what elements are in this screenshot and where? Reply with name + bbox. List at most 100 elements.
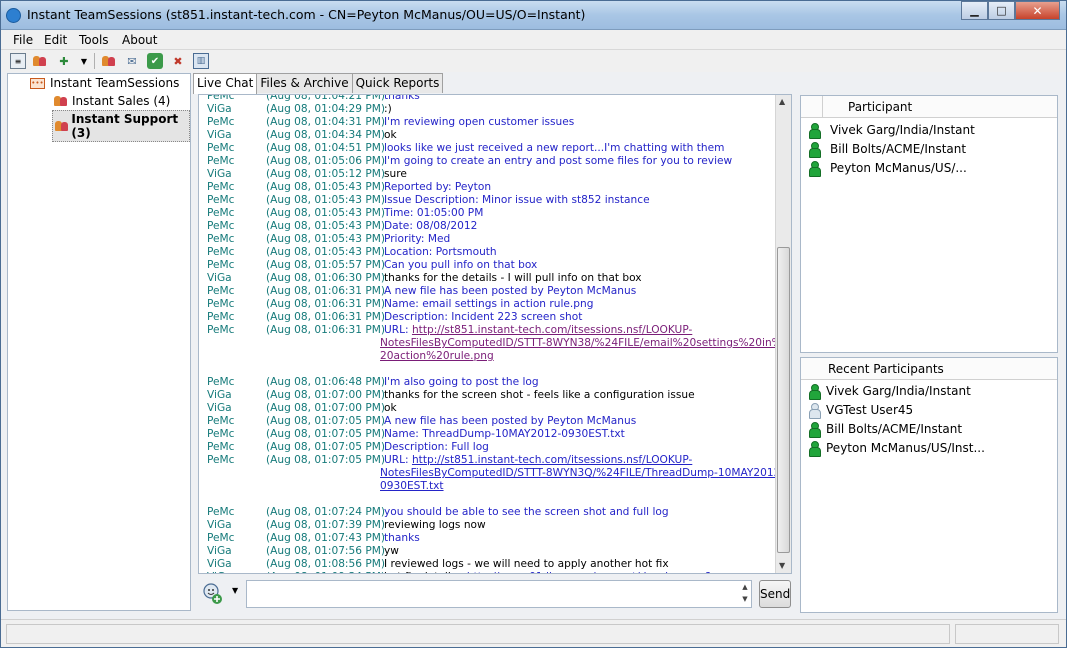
message-timestamp: (Aug 08, 01:04:31 PM) bbox=[266, 116, 386, 128]
tree-item-instant-support[interactable]: Instant Support (3) bbox=[52, 110, 190, 142]
recent-participant-row[interactable]: VGTest User45 bbox=[809, 403, 913, 419]
chat-message: ViGa (Aug 08, 01:06:30 PM) thanks for the … bbox=[199, 272, 775, 285]
participant-row[interactable]: Vivek Garg/India/Instant bbox=[809, 123, 975, 139]
recent-participant-row[interactable]: Vivek Garg/India/Instant bbox=[809, 384, 971, 400]
layout-panel-icon[interactable]: ▥ bbox=[193, 53, 209, 69]
group-icon bbox=[54, 95, 68, 107]
add-user-icon[interactable] bbox=[32, 53, 48, 69]
participant-name: Peyton McManus/US/... bbox=[830, 161, 967, 175]
emoticon-icon[interactable] bbox=[202, 583, 224, 605]
message-link[interactable]: http://st851.instant-tech.com/itsessions… bbox=[412, 454, 692, 466]
chat-transcript[interactable]: PeMc (Aug 08, 01:04:21 PM) thanks ViGa (Aug … bbox=[198, 94, 792, 574]
message-link[interactable]: NotesFilesByComputedID/STTT-8WYN3Q/%24FI… bbox=[380, 467, 784, 479]
message-text: you should be able to see the screen sho… bbox=[384, 506, 669, 519]
participant-name: Peyton McManus/US/Inst... bbox=[826, 441, 985, 455]
chat-log: PeMc (Aug 08, 01:04:21 PM) thanks ViGa (Aug … bbox=[199, 94, 784, 573]
tree-item-label: Instant Sales (4) bbox=[72, 94, 171, 108]
maximize-button[interactable]: □ bbox=[988, 1, 1015, 20]
menu-about[interactable]: About bbox=[122, 33, 157, 47]
chat-message: PeMc (Aug 08, 01:05:43 PM) Reported by: Pe… bbox=[199, 181, 775, 194]
message-timestamp: (Aug 08, 01:05:43 PM) bbox=[266, 194, 386, 206]
send-message-icon[interactable]: ✉ bbox=[124, 53, 140, 69]
chevron-down-icon[interactable]: ▼ bbox=[76, 53, 92, 69]
message-link[interactable]: http://st851.instant-tech.com/itsessions… bbox=[412, 324, 692, 336]
participant-row[interactable]: Bill Bolts/ACME/Instant bbox=[809, 142, 967, 158]
chat-message-continuation: 0930EST.txt bbox=[199, 480, 775, 493]
send-button[interactable]: Send bbox=[759, 580, 791, 608]
message-timestamp: (Aug 08, 01:06:31 PM) bbox=[266, 298, 386, 310]
message-link[interactable]: http://www-01.ibm.com/support/docview.ws… bbox=[467, 571, 711, 573]
menu-file[interactable]: File bbox=[13, 33, 33, 47]
add-session-icon[interactable]: ✚ bbox=[56, 53, 72, 69]
tab-quick-reports[interactable]: Quick Reports bbox=[351, 73, 444, 93]
menu-bar: File Edit Tools About bbox=[1, 30, 1066, 50]
message-author: PeMc bbox=[207, 298, 235, 310]
invite-users-icon[interactable] bbox=[101, 53, 117, 69]
menu-edit[interactable]: Edit bbox=[44, 33, 67, 47]
message-timestamp: (Aug 08, 01:06:31 PM) bbox=[266, 311, 386, 323]
message-text: 0930EST.txt bbox=[380, 480, 444, 493]
message-author: PeMc bbox=[207, 285, 235, 297]
compose-area: ▼ ▲ ▼ Send bbox=[198, 577, 792, 611]
window-controls: ▁ □ ✕ bbox=[961, 1, 1060, 20]
message-timestamp: (Aug 08, 01:05:12 PM) bbox=[266, 168, 386, 180]
message-timestamp: (Aug 08, 01:04:29 PM) bbox=[266, 103, 386, 115]
message-text: Issue Description: Minor issue with st85… bbox=[384, 194, 650, 207]
message-text: I'm also going to post the log bbox=[384, 376, 539, 389]
minimize-button[interactable]: ▁ bbox=[961, 1, 988, 20]
chat-message: PeMc (Aug 08, 01:06:31 PM) Name: email set… bbox=[199, 298, 775, 311]
user-online-icon bbox=[809, 161, 821, 177]
message-link[interactable]: 20action%20rule.png bbox=[380, 350, 494, 362]
message-text: Time: 01:05:00 PM bbox=[384, 207, 483, 220]
input-scroll-arrows[interactable]: ▲ ▼ bbox=[738, 581, 752, 607]
chat-message: PeMc (Aug 08, 01:07:43 PM) thanks bbox=[199, 532, 775, 545]
message-body: reviewing logs now bbox=[384, 519, 486, 531]
chat-scrollbar[interactable]: ▲ ▼ bbox=[775, 95, 791, 573]
recent-participants-panel: Recent Participants Vivek Garg/India/Ins… bbox=[800, 357, 1058, 613]
chat-message: ViGa (Aug 08, 01:07:00 PM) ok bbox=[199, 402, 775, 415]
tab-live-chat[interactable]: Live Chat bbox=[193, 73, 258, 94]
session-list-icon[interactable]: ≡ bbox=[10, 53, 26, 69]
message-body: Name: email settings in action rule.png bbox=[384, 298, 594, 310]
tree-item-instant-sales[interactable]: Instant Sales (4) bbox=[52, 93, 172, 109]
scroll-down-icon[interactable]: ▼ bbox=[779, 561, 785, 570]
participant-name: Bill Bolts/ACME/Instant bbox=[826, 422, 963, 436]
chat-message: ViGa (Aug 08, 01:08:56 PM) I reviewed logs… bbox=[199, 558, 775, 571]
close-button[interactable]: ✕ bbox=[1015, 1, 1060, 20]
tree-root[interactable]: ••• Instant TeamSessions bbox=[30, 76, 179, 90]
message-link[interactable]: 0930EST.txt bbox=[380, 480, 444, 492]
chat-message: PeMc (Aug 08, 01:07:24 PM) you should be a… bbox=[199, 506, 775, 519]
tab-files-archive[interactable]: Files & Archive bbox=[256, 73, 353, 93]
user-online-icon bbox=[809, 142, 821, 158]
header-select-column[interactable] bbox=[801, 96, 823, 117]
message-author: PeMc bbox=[207, 181, 235, 193]
chat-message-continuation: 20action%20rule.png bbox=[199, 350, 775, 363]
message-text: 20action%20rule.png bbox=[380, 350, 494, 363]
message-link[interactable]: NotesFilesByComputedID/STTT-8WYN38/%24FI… bbox=[380, 337, 782, 349]
message-author: PeMc bbox=[207, 428, 235, 440]
message-text: Reported by: Peyton bbox=[384, 181, 491, 194]
participant-name: Bill Bolts/ACME/Instant bbox=[830, 142, 967, 156]
recent-participant-row[interactable]: Peyton McManus/US/Inst... bbox=[809, 441, 985, 457]
participant-row[interactable]: Peyton McManus/US/... bbox=[809, 161, 967, 177]
message-body: I'm reviewing open customer issues bbox=[384, 116, 575, 128]
title-bar: Instant TeamSessions (st851.instant-tech… bbox=[1, 1, 1066, 30]
chevron-down-icon[interactable]: ▼ bbox=[232, 586, 238, 595]
message-input[interactable] bbox=[246, 580, 752, 608]
recent-participant-row[interactable]: Bill Bolts/ACME/Instant bbox=[809, 422, 963, 438]
remove-user-icon[interactable]: ✖ bbox=[170, 53, 186, 69]
menu-tools[interactable]: Tools bbox=[79, 33, 109, 47]
user-online-icon bbox=[809, 441, 821, 457]
approve-icon[interactable]: ✔ bbox=[147, 53, 163, 69]
message-timestamp: (Aug 08, 01:05:57 PM) bbox=[266, 259, 386, 271]
scroll-thumb[interactable] bbox=[777, 247, 790, 553]
message-timestamp: (Aug 08, 01:07:05 PM) bbox=[266, 454, 386, 466]
tree-item-label: Instant Support (3) bbox=[71, 112, 179, 140]
message-text: Can you pull info on that box bbox=[384, 259, 537, 272]
chat-message: PeMc (Aug 08, 01:04:31 PM) I'm reviewing o… bbox=[199, 116, 775, 129]
message-body: thanks bbox=[384, 94, 420, 102]
message-text: looks like we just received a new report… bbox=[384, 142, 724, 155]
scroll-up-icon[interactable]: ▲ bbox=[779, 97, 785, 106]
message-text: Description: Incident 223 screen shot bbox=[384, 311, 582, 324]
message-body: URL: bbox=[384, 324, 412, 336]
